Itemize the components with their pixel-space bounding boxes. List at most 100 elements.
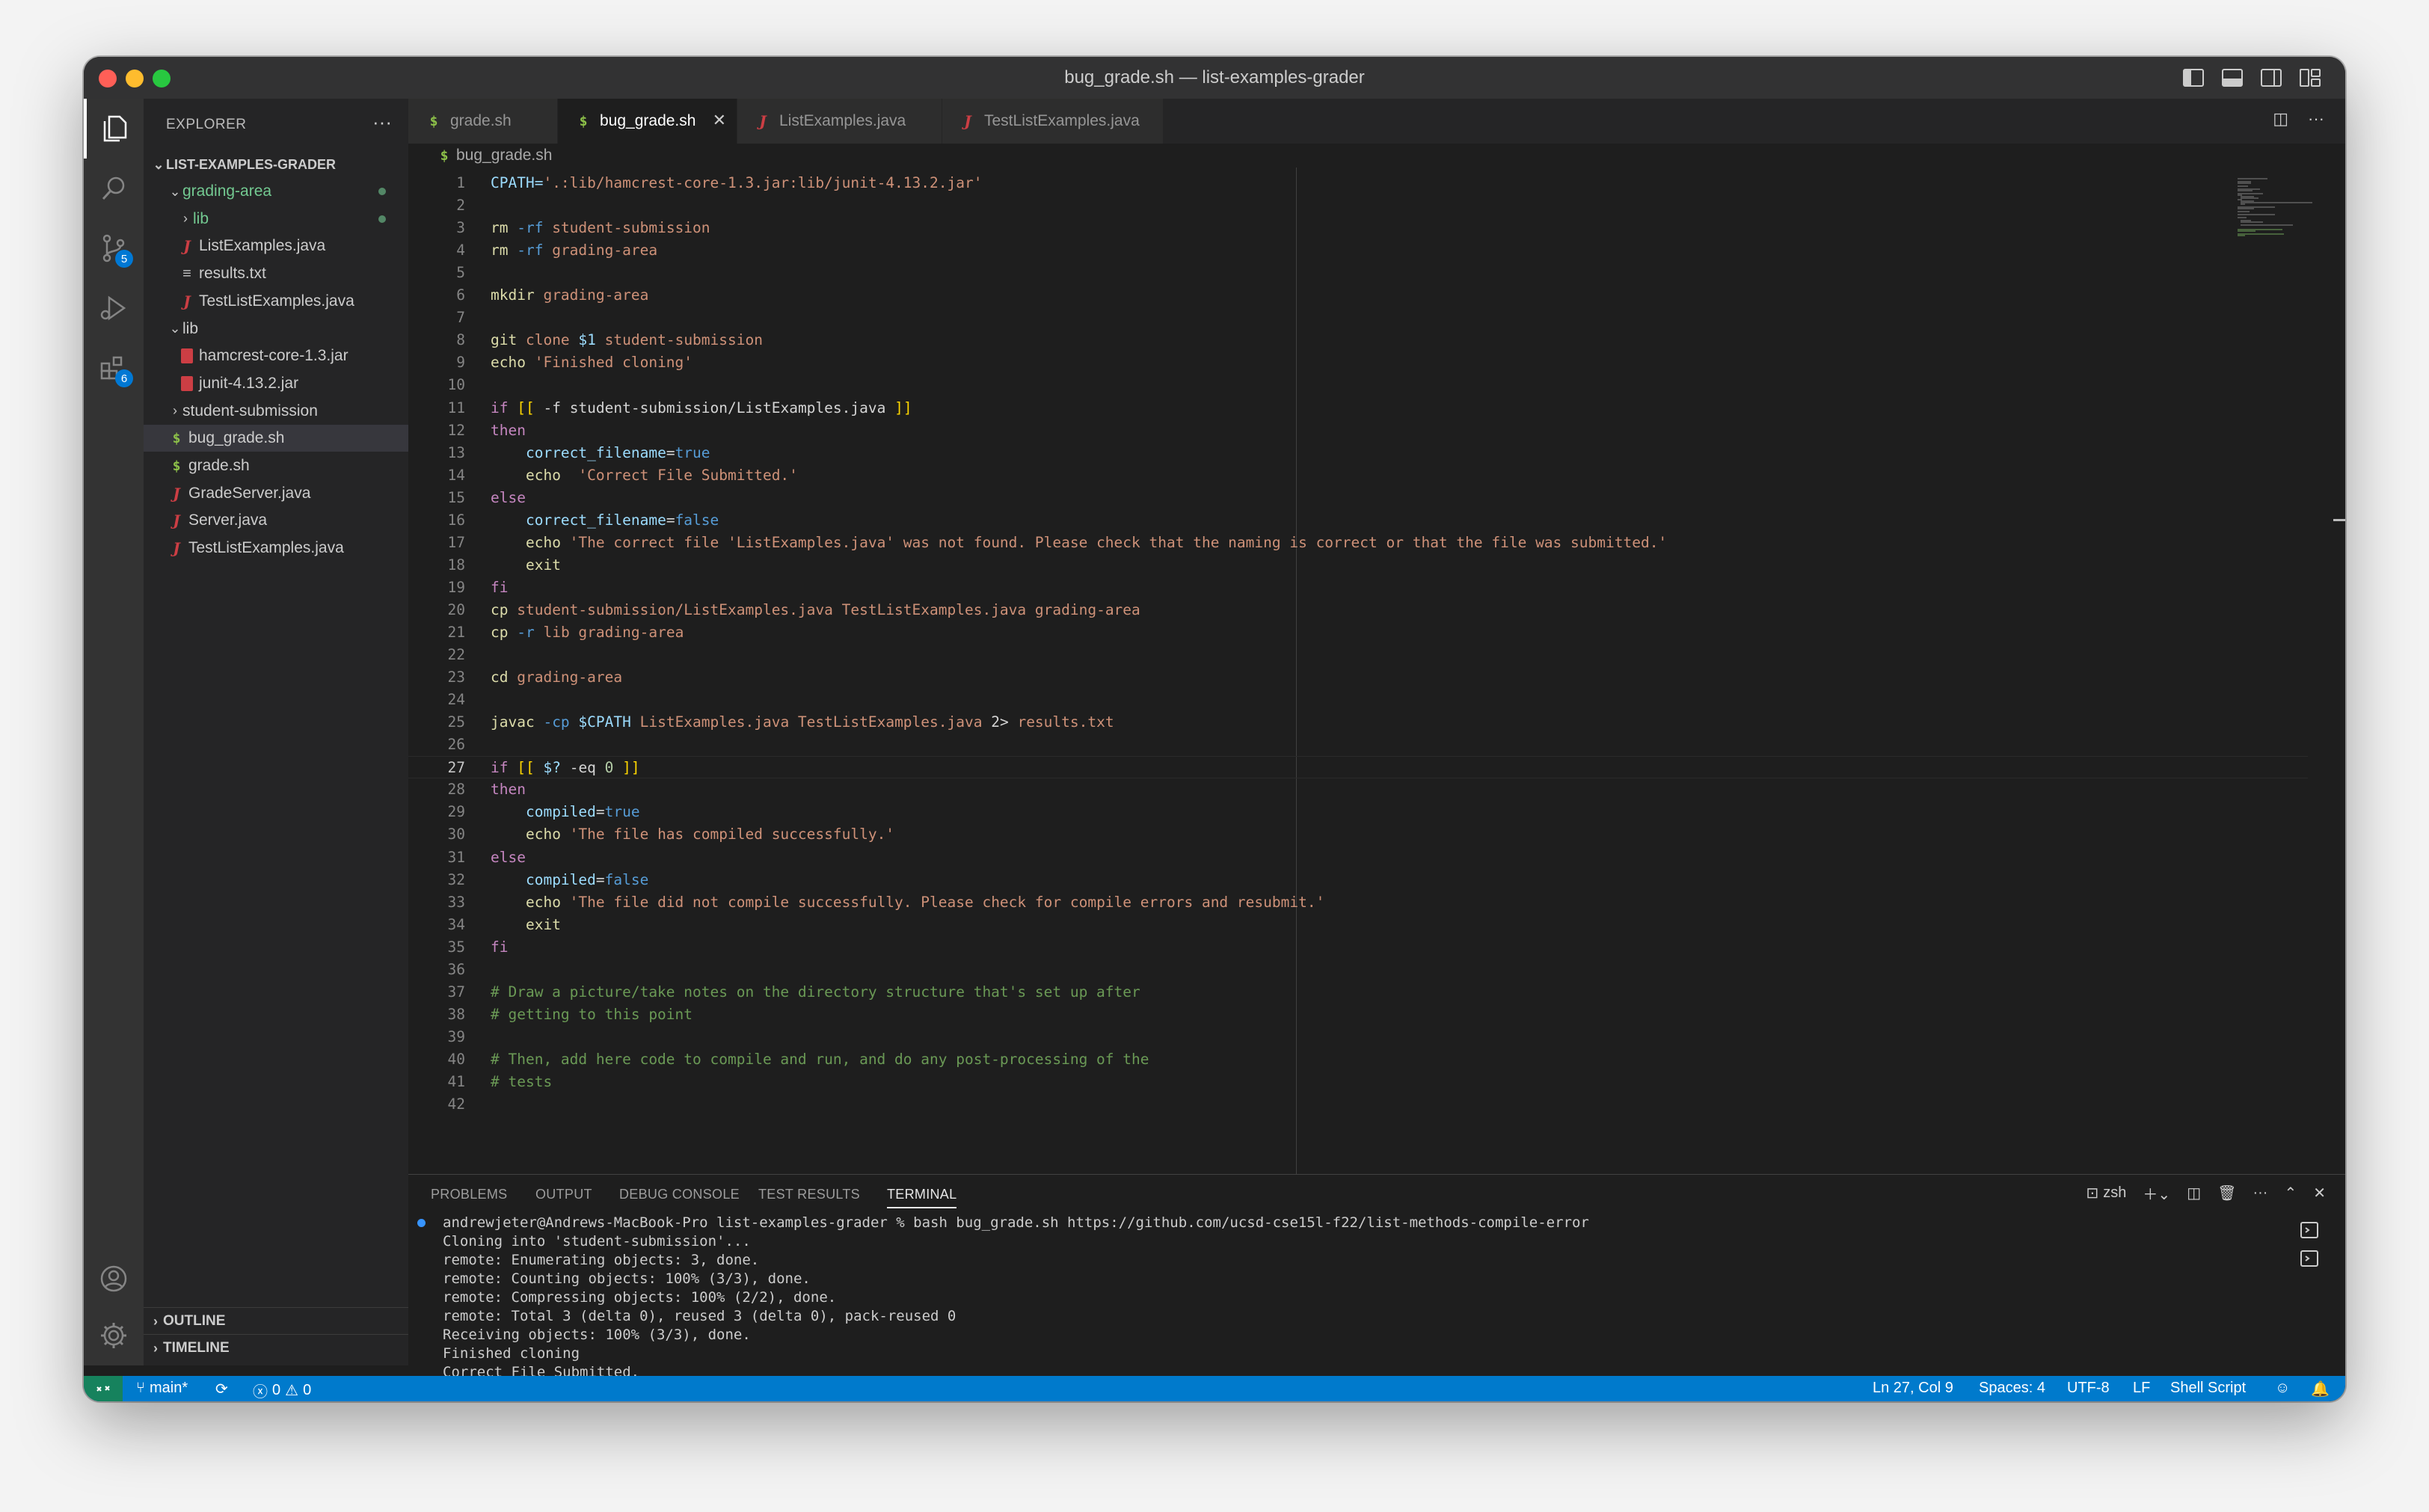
panel-tab[interactable]: TEST RESULTS xyxy=(758,1187,860,1202)
source-control-badge: 5 xyxy=(115,250,133,268)
code-line: 14 echo 'Correct File Submitted.' xyxy=(408,464,2308,487)
split-editor-icon[interactable]: ◫ xyxy=(2273,109,2288,129)
tree-item[interactable]: J TestListExamples.java xyxy=(144,288,408,315)
problems-indicator[interactable]: ⓧ 0 ⚠ 0 xyxy=(253,1380,311,1401)
explorer-icon[interactable] xyxy=(84,99,144,159)
line-number: 41 xyxy=(447,1073,465,1090)
kill-terminal-icon[interactable]: 🗑 xyxy=(2217,1184,2236,1202)
toggle-primary-sidebar-icon[interactable] xyxy=(2182,67,2205,88)
close-panel-icon[interactable]: ✕ xyxy=(2313,1184,2326,1202)
breadcrumb[interactable]: $ bug_grade.sh xyxy=(408,144,2345,168)
chevron-right-icon: › xyxy=(173,403,177,419)
workspace-root[interactable]: ⌄ LIST-EXAMPLES-GRADER xyxy=(144,151,408,178)
search-icon[interactable] xyxy=(84,159,144,218)
line-number: 32 xyxy=(447,870,465,888)
editor-tab[interactable]: $ bug_grade.sh ✕ xyxy=(558,99,737,144)
explorer-sidebar: EXPLORER ··· ⌄ LIST-EXAMPLES-GRADER ⌄ gra… xyxy=(144,99,408,1365)
tab-label: bug_grade.sh xyxy=(600,112,696,129)
command-decoration-icon[interactable] xyxy=(417,1219,426,1227)
close-tab-icon[interactable]: ✕ xyxy=(713,111,726,130)
tree-item[interactable]: junit-4.13.2.jar xyxy=(144,370,408,397)
code-line: 10 xyxy=(408,374,2308,396)
split-terminal-icon[interactable]: ◫ xyxy=(2187,1184,2201,1202)
line-number: 22 xyxy=(447,646,465,664)
customize-layout-icon[interactable] xyxy=(2299,67,2321,88)
line-number: 34 xyxy=(447,915,465,933)
maximize-panel-icon[interactable]: ⌃ xyxy=(2284,1184,2297,1202)
shell-file-icon: $ xyxy=(429,113,438,129)
line-number: 25 xyxy=(447,713,465,731)
timeline-section[interactable]: › TIMELINE xyxy=(144,1334,408,1362)
encoding[interactable]: UTF-8 xyxy=(2067,1380,2110,1397)
tree-item[interactable]: ⌄ lib xyxy=(144,316,408,342)
tree-item[interactable]: $ grade.sh xyxy=(144,452,408,479)
panel-tab[interactable]: TERMINAL xyxy=(887,1187,957,1208)
editor-tab[interactable]: $ grade.sh xyxy=(408,99,558,144)
language-mode[interactable]: Shell Script xyxy=(2170,1380,2246,1397)
tree-item[interactable]: J TestListExamples.java xyxy=(144,535,408,562)
code-text: compiled=true xyxy=(525,803,640,821)
more-actions-icon[interactable]: ··· xyxy=(2253,1184,2267,1202)
extensions-badge: 6 xyxy=(115,369,133,387)
title-bar: bug_grade.sh — list-examples-grader xyxy=(84,57,2345,99)
branch-indicator[interactable]: ⑂ main* xyxy=(136,1380,188,1397)
outline-section[interactable]: › OUTLINE xyxy=(144,1307,408,1335)
terminal-instance-icon[interactable] xyxy=(2299,1220,2320,1241)
code-line: 37 # Draw a picture/take notes on the dir… xyxy=(408,981,2308,1004)
line-number: 27 xyxy=(447,759,465,777)
run-debug-icon[interactable] xyxy=(84,278,144,338)
tree-item[interactable]: hamcrest-core-1.3.jar xyxy=(144,342,408,369)
indentation[interactable]: Spaces: 4 xyxy=(1979,1380,2045,1397)
new-terminal-icon[interactable]: ＋⌄ xyxy=(2143,1182,2170,1204)
accounts-icon[interactable] xyxy=(84,1249,144,1309)
sync-icon[interactable]: ⟳ xyxy=(215,1380,228,1398)
code-line: 17 echo 'The correct file 'ListExamples.… xyxy=(408,532,2308,554)
code-line: 28 then xyxy=(408,778,2308,801)
feedback-icon[interactable]: ☺ xyxy=(2275,1380,2290,1397)
terminal-line: remote: Total 3 (delta 0), reused 3 (del… xyxy=(443,1308,956,1324)
minimap[interactable] xyxy=(2238,178,2312,238)
line-number: 29 xyxy=(447,803,465,821)
tree-item[interactable]: ⌄ grading-area xyxy=(144,178,408,205)
panel-tab[interactable]: OUTPUT xyxy=(535,1187,592,1202)
notifications-bell-icon[interactable]: 🔔 xyxy=(2311,1380,2330,1398)
code-text: correct_filename=false xyxy=(525,511,719,529)
panel-tab[interactable]: DEBUG CONSOLE xyxy=(619,1187,740,1202)
code-line: 36 xyxy=(408,959,2308,981)
sidebar-title: EXPLORER xyxy=(166,117,247,132)
cursor-position[interactable]: Ln 27, Col 9 xyxy=(1873,1380,1953,1397)
line-number: 21 xyxy=(447,624,465,641)
line-number: 7 xyxy=(456,309,465,327)
toggle-secondary-sidebar-icon[interactable] xyxy=(2260,67,2282,88)
editor-tab[interactable]: J ListExamples.java xyxy=(737,99,942,144)
code-line: 15 else xyxy=(408,487,2308,509)
tree-item[interactable]: › student-submission xyxy=(144,398,408,425)
remote-indicator-icon[interactable] xyxy=(84,1376,123,1401)
tree-item[interactable]: ≡ results.txt xyxy=(144,260,408,287)
terminal-shell-selector[interactable]: ⊡ zsh xyxy=(2086,1184,2127,1202)
toggle-panel-icon[interactable] xyxy=(2221,67,2244,88)
panel-tab[interactable]: PROBLEMS xyxy=(431,1187,507,1202)
tree-item[interactable]: $ bug_grade.sh xyxy=(144,425,408,452)
line-number: 23 xyxy=(447,669,465,686)
terminal-instance-icon[interactable] xyxy=(2299,1248,2320,1269)
line-number: 3 xyxy=(456,219,465,237)
tree-item[interactable]: J ListExamples.java xyxy=(144,233,408,259)
text-file-icon: ≡ xyxy=(182,265,191,282)
manage-gear-icon[interactable] xyxy=(84,1306,144,1365)
tree-item[interactable]: J Server.java xyxy=(144,507,408,534)
more-actions-icon[interactable]: ··· xyxy=(2308,109,2324,129)
code-editor[interactable]: 1 CPATH='.:lib/hamcrest-core-1.3.jar:lib/… xyxy=(408,168,2345,1174)
source-control-icon[interactable]: 5 xyxy=(84,218,144,278)
line-ending[interactable]: LF xyxy=(2133,1380,2150,1397)
extensions-icon[interactable]: 6 xyxy=(84,338,144,398)
code-line: 21 cp -r lib grading-area xyxy=(408,621,2308,644)
code-line: 1 CPATH='.:lib/hamcrest-core-1.3.jar:lib/… xyxy=(408,172,2308,194)
tree-item[interactable]: J GradeServer.java xyxy=(144,480,408,507)
terminal-line: Finished cloning xyxy=(443,1345,580,1362)
code-line: 4 rm -rf grading-area xyxy=(408,239,2308,262)
more-actions-icon[interactable]: ··· xyxy=(372,111,392,134)
tree-item[interactable]: › lib xyxy=(144,206,408,233)
branch-icon: ⑂ xyxy=(136,1380,145,1396)
editor-tab[interactable]: J TestListExamples.java xyxy=(942,99,1164,144)
